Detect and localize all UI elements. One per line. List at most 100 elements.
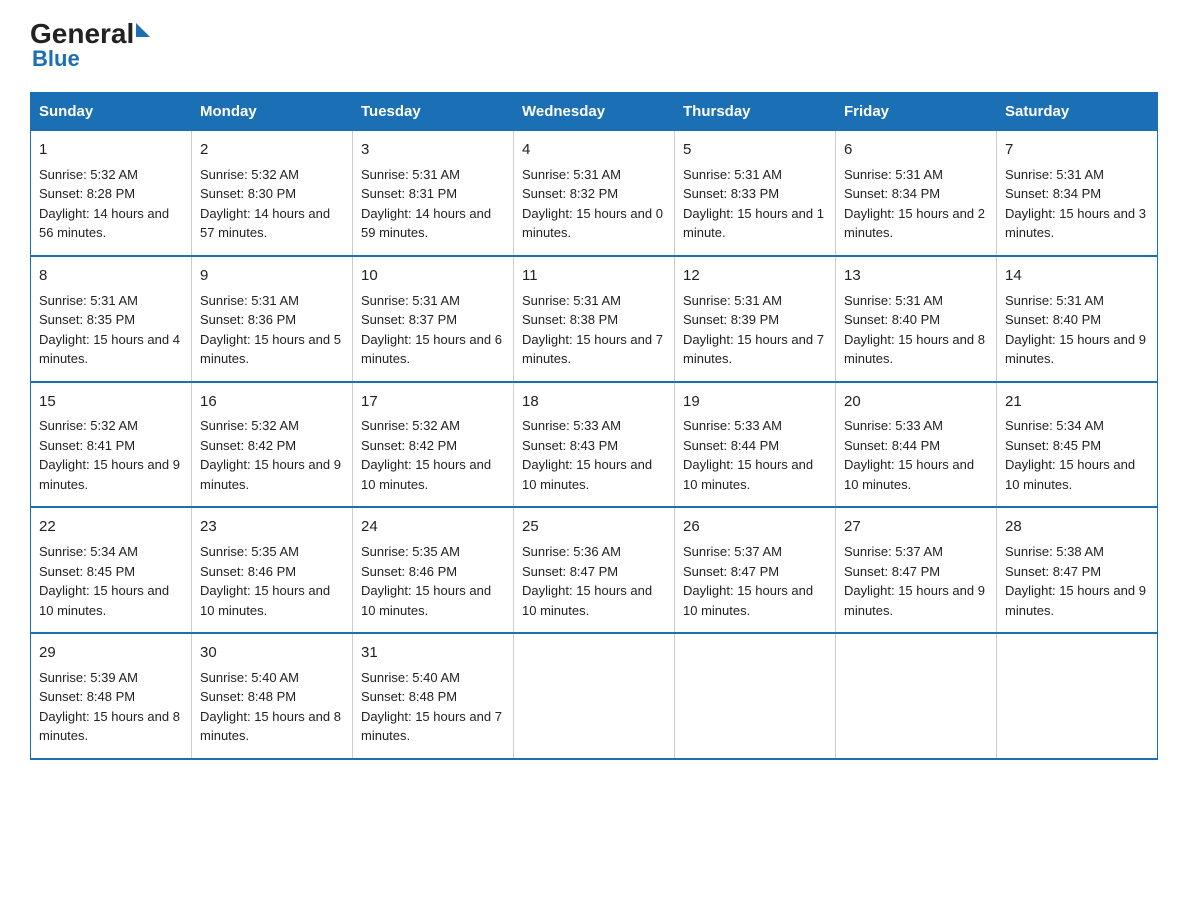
calendar-week-row: 15 Sunrise: 5:32 AMSunset: 8:41 PMDaylig… [31, 382, 1158, 508]
day-number: 28 [1005, 516, 1149, 538]
day-number: 16 [200, 391, 344, 413]
day-info: Sunrise: 5:31 AMSunset: 8:34 PMDaylight:… [844, 165, 988, 243]
calendar-cell: 24 Sunrise: 5:35 AMSunset: 8:46 PMDaylig… [353, 507, 514, 633]
day-info: Sunrise: 5:32 AMSunset: 8:42 PMDaylight:… [200, 416, 344, 494]
day-number: 27 [844, 516, 988, 538]
calendar-cell: 23 Sunrise: 5:35 AMSunset: 8:46 PMDaylig… [192, 507, 353, 633]
day-number: 11 [522, 265, 666, 287]
calendar-cell: 16 Sunrise: 5:32 AMSunset: 8:42 PMDaylig… [192, 382, 353, 508]
day-info: Sunrise: 5:33 AMSunset: 8:44 PMDaylight:… [683, 416, 827, 494]
day-info: Sunrise: 5:37 AMSunset: 8:47 PMDaylight:… [844, 542, 988, 620]
day-info: Sunrise: 5:32 AMSunset: 8:42 PMDaylight:… [361, 416, 505, 494]
calendar-cell: 4 Sunrise: 5:31 AMSunset: 8:32 PMDayligh… [514, 131, 675, 256]
calendar-header-saturday: Saturday [997, 93, 1158, 131]
calendar-cell: 27 Sunrise: 5:37 AMSunset: 8:47 PMDaylig… [836, 507, 997, 633]
day-number: 3 [361, 139, 505, 161]
day-info: Sunrise: 5:31 AMSunset: 8:32 PMDaylight:… [522, 165, 666, 243]
day-info: Sunrise: 5:33 AMSunset: 8:43 PMDaylight:… [522, 416, 666, 494]
calendar-cell: 15 Sunrise: 5:32 AMSunset: 8:41 PMDaylig… [31, 382, 192, 508]
day-info: Sunrise: 5:31 AMSunset: 8:39 PMDaylight:… [683, 291, 827, 369]
calendar-cell: 21 Sunrise: 5:34 AMSunset: 8:45 PMDaylig… [997, 382, 1158, 508]
calendar-header-sunday: Sunday [31, 93, 192, 131]
calendar-cell: 26 Sunrise: 5:37 AMSunset: 8:47 PMDaylig… [675, 507, 836, 633]
day-number: 31 [361, 642, 505, 664]
day-number: 8 [39, 265, 183, 287]
calendar-week-row: 22 Sunrise: 5:34 AMSunset: 8:45 PMDaylig… [31, 507, 1158, 633]
day-info: Sunrise: 5:32 AMSunset: 8:41 PMDaylight:… [39, 416, 183, 494]
day-number: 4 [522, 139, 666, 161]
day-info: Sunrise: 5:32 AMSunset: 8:30 PMDaylight:… [200, 165, 344, 243]
day-number: 30 [200, 642, 344, 664]
day-info: Sunrise: 5:40 AMSunset: 8:48 PMDaylight:… [200, 668, 344, 746]
calendar-cell: 18 Sunrise: 5:33 AMSunset: 8:43 PMDaylig… [514, 382, 675, 508]
calendar-cell: 25 Sunrise: 5:36 AMSunset: 8:47 PMDaylig… [514, 507, 675, 633]
day-info: Sunrise: 5:31 AMSunset: 8:34 PMDaylight:… [1005, 165, 1149, 243]
calendar-week-row: 8 Sunrise: 5:31 AMSunset: 8:35 PMDayligh… [31, 256, 1158, 382]
day-number: 26 [683, 516, 827, 538]
day-number: 9 [200, 265, 344, 287]
day-number: 18 [522, 391, 666, 413]
calendar-cell: 17 Sunrise: 5:32 AMSunset: 8:42 PMDaylig… [353, 382, 514, 508]
calendar-cell: 10 Sunrise: 5:31 AMSunset: 8:37 PMDaylig… [353, 256, 514, 382]
calendar-header-wednesday: Wednesday [514, 93, 675, 131]
logo: General Blue [30, 20, 152, 72]
day-info: Sunrise: 5:33 AMSunset: 8:44 PMDaylight:… [844, 416, 988, 494]
calendar-cell: 11 Sunrise: 5:31 AMSunset: 8:38 PMDaylig… [514, 256, 675, 382]
logo-general-text: General [30, 20, 134, 48]
calendar-cell: 28 Sunrise: 5:38 AMSunset: 8:47 PMDaylig… [997, 507, 1158, 633]
calendar-header-thursday: Thursday [675, 93, 836, 131]
calendar-cell: 14 Sunrise: 5:31 AMSunset: 8:40 PMDaylig… [997, 256, 1158, 382]
calendar-cell: 20 Sunrise: 5:33 AMSunset: 8:44 PMDaylig… [836, 382, 997, 508]
day-number: 24 [361, 516, 505, 538]
day-number: 1 [39, 139, 183, 161]
day-info: Sunrise: 5:39 AMSunset: 8:48 PMDaylight:… [39, 668, 183, 746]
day-number: 21 [1005, 391, 1149, 413]
day-info: Sunrise: 5:31 AMSunset: 8:36 PMDaylight:… [200, 291, 344, 369]
calendar-week-row: 29 Sunrise: 5:39 AMSunset: 8:48 PMDaylig… [31, 633, 1158, 759]
day-number: 19 [683, 391, 827, 413]
calendar-cell: 12 Sunrise: 5:31 AMSunset: 8:39 PMDaylig… [675, 256, 836, 382]
day-number: 13 [844, 265, 988, 287]
calendar-table: SundayMondayTuesdayWednesdayThursdayFrid… [30, 92, 1158, 760]
calendar-cell [514, 633, 675, 759]
day-info: Sunrise: 5:31 AMSunset: 8:37 PMDaylight:… [361, 291, 505, 369]
calendar-header-tuesday: Tuesday [353, 93, 514, 131]
day-number: 23 [200, 516, 344, 538]
calendar-cell [675, 633, 836, 759]
day-info: Sunrise: 5:36 AMSunset: 8:47 PMDaylight:… [522, 542, 666, 620]
logo-arrow-icon [136, 23, 150, 37]
day-info: Sunrise: 5:38 AMSunset: 8:47 PMDaylight:… [1005, 542, 1149, 620]
calendar-cell: 30 Sunrise: 5:40 AMSunset: 8:48 PMDaylig… [192, 633, 353, 759]
calendar-cell: 31 Sunrise: 5:40 AMSunset: 8:48 PMDaylig… [353, 633, 514, 759]
day-info: Sunrise: 5:31 AMSunset: 8:40 PMDaylight:… [1005, 291, 1149, 369]
day-info: Sunrise: 5:31 AMSunset: 8:33 PMDaylight:… [683, 165, 827, 243]
day-info: Sunrise: 5:37 AMSunset: 8:47 PMDaylight:… [683, 542, 827, 620]
calendar-cell: 3 Sunrise: 5:31 AMSunset: 8:31 PMDayligh… [353, 131, 514, 256]
day-number: 17 [361, 391, 505, 413]
calendar-cell: 8 Sunrise: 5:31 AMSunset: 8:35 PMDayligh… [31, 256, 192, 382]
day-info: Sunrise: 5:35 AMSunset: 8:46 PMDaylight:… [361, 542, 505, 620]
calendar-week-row: 1 Sunrise: 5:32 AMSunset: 8:28 PMDayligh… [31, 131, 1158, 256]
day-info: Sunrise: 5:34 AMSunset: 8:45 PMDaylight:… [39, 542, 183, 620]
page-header: General Blue [30, 20, 1158, 72]
day-number: 29 [39, 642, 183, 664]
day-info: Sunrise: 5:34 AMSunset: 8:45 PMDaylight:… [1005, 416, 1149, 494]
calendar-cell: 1 Sunrise: 5:32 AMSunset: 8:28 PMDayligh… [31, 131, 192, 256]
day-info: Sunrise: 5:31 AMSunset: 8:40 PMDaylight:… [844, 291, 988, 369]
calendar-cell: 7 Sunrise: 5:31 AMSunset: 8:34 PMDayligh… [997, 131, 1158, 256]
day-info: Sunrise: 5:31 AMSunset: 8:35 PMDaylight:… [39, 291, 183, 369]
calendar-cell: 22 Sunrise: 5:34 AMSunset: 8:45 PMDaylig… [31, 507, 192, 633]
calendar-cell: 13 Sunrise: 5:31 AMSunset: 8:40 PMDaylig… [836, 256, 997, 382]
day-number: 6 [844, 139, 988, 161]
day-number: 2 [200, 139, 344, 161]
calendar-cell [836, 633, 997, 759]
calendar-cell: 2 Sunrise: 5:32 AMSunset: 8:30 PMDayligh… [192, 131, 353, 256]
day-number: 5 [683, 139, 827, 161]
calendar-cell: 5 Sunrise: 5:31 AMSunset: 8:33 PMDayligh… [675, 131, 836, 256]
calendar-cell: 29 Sunrise: 5:39 AMSunset: 8:48 PMDaylig… [31, 633, 192, 759]
day-info: Sunrise: 5:35 AMSunset: 8:46 PMDaylight:… [200, 542, 344, 620]
calendar-cell: 6 Sunrise: 5:31 AMSunset: 8:34 PMDayligh… [836, 131, 997, 256]
calendar-cell [997, 633, 1158, 759]
day-number: 22 [39, 516, 183, 538]
day-number: 25 [522, 516, 666, 538]
